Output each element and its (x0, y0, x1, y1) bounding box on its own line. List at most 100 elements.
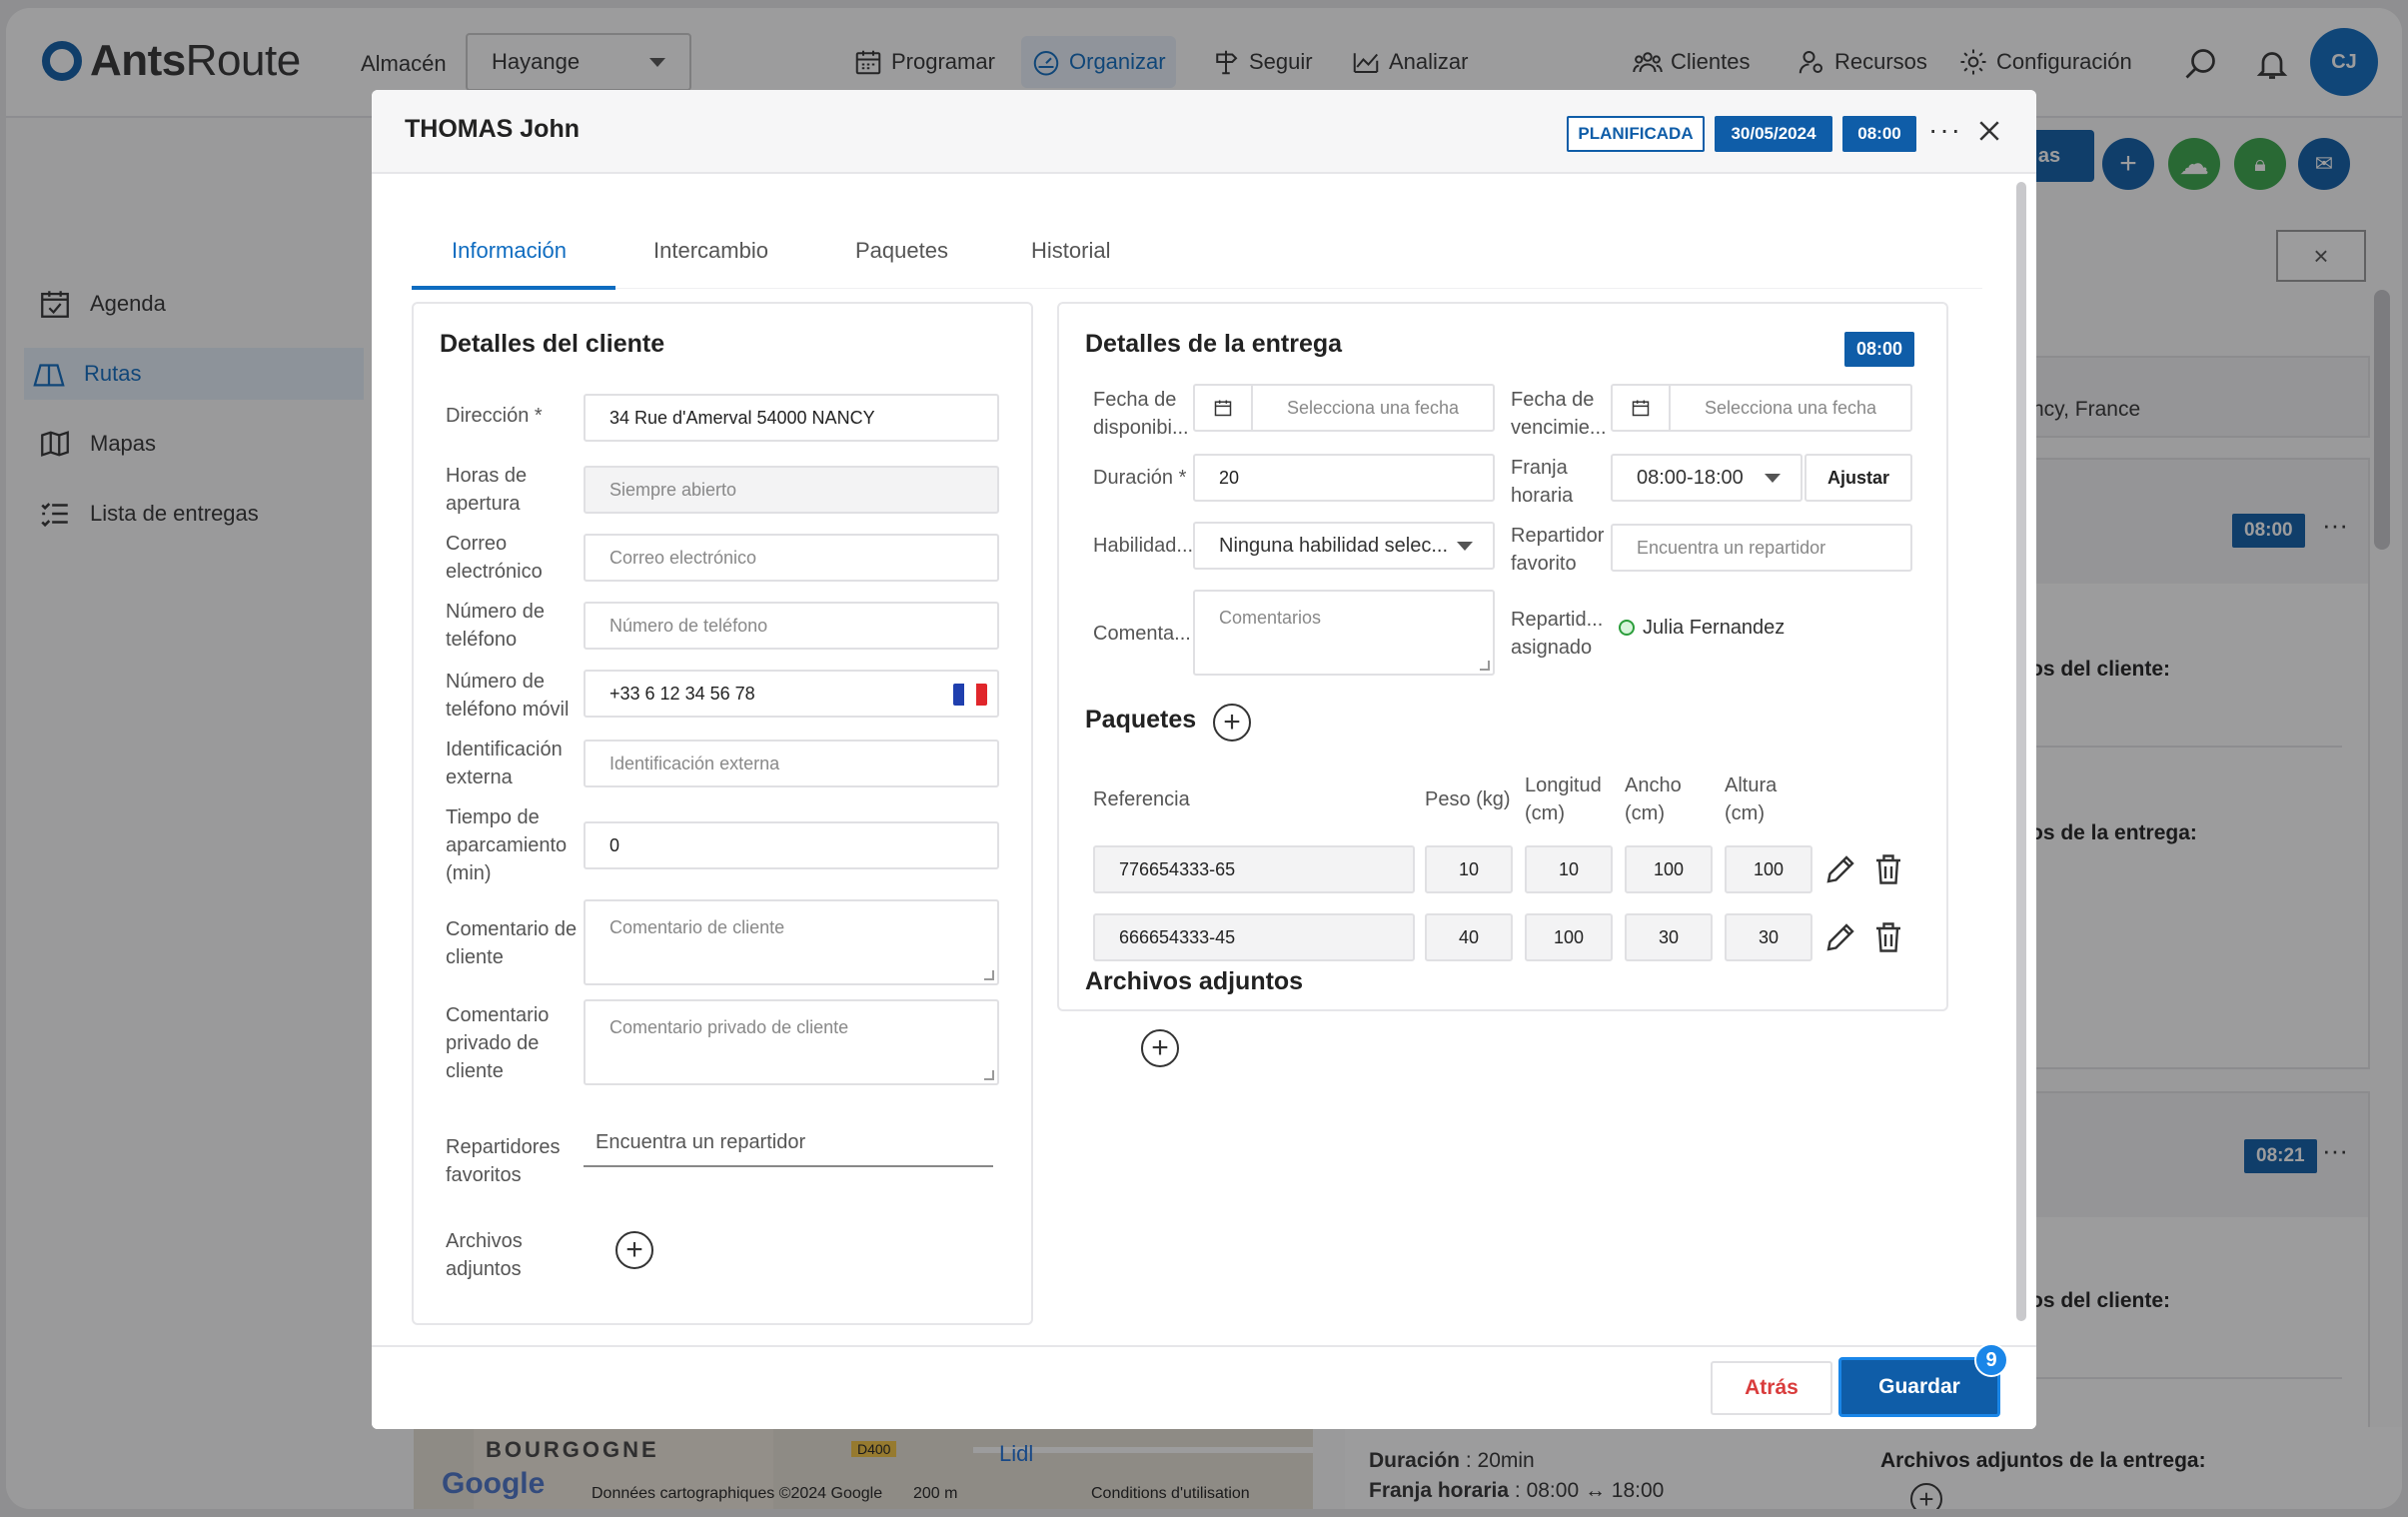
time-window-value: 08:00-18:00 (1637, 466, 1744, 489)
package-weight-input[interactable]: 40 (1425, 913, 1513, 961)
client-attachments-label: Archivos adjuntos (446, 1230, 523, 1280)
back-button[interactable]: Atrás (1711, 1361, 1832, 1415)
add-client-attachment-icon[interactable]: + (615, 1231, 653, 1269)
date-badge: 30/05/2024 (1715, 116, 1832, 152)
client-comment-label: Comentario de cliente (446, 918, 578, 968)
trash-icon[interactable] (1870, 919, 1906, 955)
address-input[interactable]: 34 Rue d'Amerval 54000 NANCY (584, 394, 999, 442)
skills-label: Habilidad... (1093, 535, 1194, 557)
delivery-details-title: Detalles de la entrega (1085, 330, 1343, 358)
column-header-weight: Peso (kg) (1425, 788, 1511, 810)
availability-date-placeholder: Selecciona una fecha (1286, 397, 1460, 418)
availability-date-picker[interactable]: Selecciona una fecha (1193, 384, 1495, 432)
column-header-width: Ancho (cm) (1625, 774, 1682, 824)
column-header-length: Longitud (cm) (1525, 774, 1602, 824)
package-height-input[interactable]: 100 (1725, 845, 1812, 893)
chevron-down-icon (1765, 473, 1781, 483)
skills-select[interactable]: Ninguna habilidad selec... (1193, 522, 1495, 570)
assigned-driver-label: Repartid... asignado (1511, 609, 1604, 659)
package-weight-input[interactable]: 10 (1425, 845, 1513, 893)
calendar-icon (1195, 386, 1253, 430)
phone-field[interactable]: Número de teléfono (584, 602, 999, 650)
skills-value: Ninguna habilidad selec... (1219, 534, 1449, 557)
mobile-phone-field[interactable]: +33 6 12 34 56 78 (584, 670, 999, 718)
package-reference-input[interactable]: 666654333-45 (1093, 913, 1415, 961)
add-package-icon[interactable]: + (1213, 704, 1251, 742)
tab-intercambio[interactable]: Intercambio (653, 238, 768, 264)
status-badge: PLANIFICADA (1567, 116, 1705, 152)
comments-label: Comenta... (1093, 623, 1191, 645)
mobile-phone-value: +33 6 12 34 56 78 (609, 683, 755, 704)
active-tab-indicator (412, 286, 615, 290)
package-reference-input[interactable]: 776654333-65 (1093, 845, 1415, 893)
packages-title: Paquetes (1085, 706, 1197, 734)
client-comment-placeholder: Comentario de cliente (609, 917, 785, 937)
delivery-comments-placeholder: Comentarios (1219, 608, 1322, 628)
resize-handle-icon[interactable] (984, 1070, 994, 1080)
delivery-time-badge: 08:00 (1844, 332, 1915, 367)
expiry-date-placeholder: Selecciona una fecha (1704, 397, 1877, 418)
france-flag-icon[interactable] (953, 684, 987, 706)
column-header-reference: Referencia (1093, 788, 1190, 810)
delivery-comments-textarea[interactable]: Comentarios (1193, 590, 1495, 676)
modal-title: THOMAS John (405, 115, 580, 143)
duration-field[interactable]: 20 (1193, 454, 1495, 502)
mobile-label: Número de teléfono móvil (446, 671, 570, 721)
chevron-down-icon (1457, 541, 1473, 551)
expiry-date-label: Fecha de vencimie... (1511, 389, 1607, 439)
availability-date-label: Fecha de disponibi... (1093, 389, 1189, 439)
assigned-driver-name: Julia Fernandez (1643, 617, 1786, 639)
save-count-badge: 9 (1974, 1343, 2008, 1377)
package-width-input[interactable]: 30 (1625, 913, 1713, 961)
column-header-height: Altura (cm) (1725, 774, 1778, 824)
trash-icon[interactable] (1870, 851, 1906, 887)
private-comment-label: Comentario privado de cliente (446, 1004, 550, 1082)
tab-paquetes[interactable]: Paquetes (855, 238, 948, 264)
email-label: Correo electrónico (446, 533, 543, 583)
resize-handle-icon[interactable] (984, 970, 994, 980)
package-height-input[interactable]: 30 (1725, 913, 1812, 961)
favorite-driver-label: Repartidor favorito (1511, 525, 1605, 575)
external-id-label: Identificación externa (446, 739, 563, 788)
time-window-select[interactable]: 08:00-18:00 (1611, 454, 1803, 502)
tab-historial[interactable]: Historial (1031, 238, 1110, 264)
favorite-drivers-search[interactable]: Encuentra un repartidor (584, 1119, 993, 1167)
adjust-button[interactable]: Ajustar (1805, 454, 1912, 502)
opening-hours-label: Horas de apertura (446, 465, 528, 515)
time-badge: 08:00 (1842, 116, 1916, 152)
modal-scrollbar[interactable] (2016, 182, 2026, 1321)
duration-label: Duración * (1093, 467, 1187, 489)
close-icon[interactable] (1974, 116, 2004, 146)
client-details-panel: Detalles del cliente Dirección * 34 Rue … (412, 302, 1033, 1325)
address-label: Dirección * (446, 405, 543, 427)
resize-handle-icon[interactable] (1480, 661, 1490, 671)
package-width-input[interactable]: 100 (1625, 845, 1713, 893)
opening-hours-input[interactable]: Siempre abierto (584, 466, 999, 514)
order-edit-modal: THOMAS John PLANIFICADA 30/05/2024 08:00… (372, 90, 2036, 1429)
driver-status-dot-icon (1619, 620, 1635, 636)
package-length-input[interactable]: 10 (1525, 845, 1613, 893)
parking-time-label: Tiempo de aparcamiento (min) (446, 806, 568, 884)
private-comment-textarea[interactable]: Comentario privado de cliente (584, 999, 999, 1085)
external-id-field[interactable]: Identificación externa (584, 740, 999, 787)
private-comment-placeholder: Comentario privado de cliente (609, 1017, 849, 1037)
email-field[interactable]: Correo electrónico (584, 534, 999, 582)
time-window-label: Franja horaria (1511, 457, 1574, 507)
delivery-details-panel: Detalles de la entrega 08:00 Fecha de di… (1057, 302, 1948, 1011)
parking-time-field[interactable]: 0 (584, 821, 999, 869)
tab-informacion[interactable]: Información (452, 238, 567, 264)
client-details-title: Detalles del cliente (440, 330, 665, 358)
favorite-drivers-label: Repartidores favoritos (446, 1136, 561, 1186)
delivery-attachments-title: Archivos adjuntos (1085, 967, 1304, 995)
package-length-input[interactable]: 100 (1525, 913, 1613, 961)
more-options-icon[interactable]: ··· (1928, 114, 1962, 146)
pencil-edit-icon[interactable] (1822, 919, 1858, 955)
calendar-icon (1613, 386, 1671, 430)
modal-header: THOMAS John PLANIFICADA 30/05/2024 08:00… (372, 90, 2036, 174)
client-comment-textarea[interactable]: Comentario de cliente (584, 899, 999, 985)
expiry-date-picker[interactable]: Selecciona una fecha (1611, 384, 1912, 432)
favorite-driver-search[interactable]: Encuentra un repartidor (1611, 524, 1912, 572)
add-delivery-attachment-icon[interactable]: + (1141, 1029, 1179, 1067)
pencil-edit-icon[interactable] (1822, 851, 1858, 887)
phone-label: Número de teléfono (446, 601, 545, 651)
